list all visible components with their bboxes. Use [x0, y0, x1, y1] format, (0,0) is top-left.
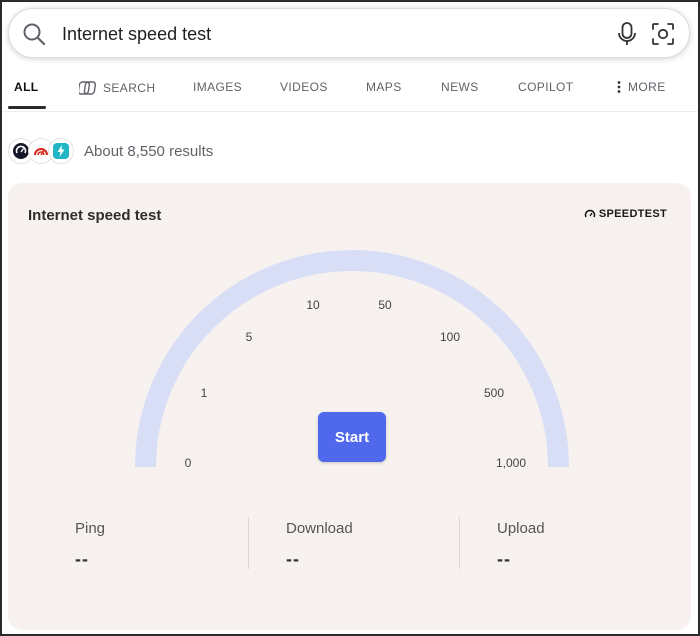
tab-news[interactable]: NEWS: [441, 80, 479, 94]
gauge-tick: 10: [306, 298, 320, 312]
metric-value: --: [286, 549, 300, 569]
metric-label: Ping: [75, 520, 106, 537]
tab-label: IMAGES: [193, 80, 243, 94]
search-input[interactable]: Internet speed test: [62, 22, 211, 46]
gauge-tick: 5: [245, 330, 253, 344]
more-vertical-icon: [617, 81, 621, 93]
gauge-tick: 1: [200, 386, 208, 400]
tab-label: MAPS: [366, 80, 402, 94]
metric-value: --: [75, 549, 89, 569]
results-count: About 8,550 results: [84, 142, 214, 160]
gauge-tick: 100: [439, 330, 461, 344]
gauge-tick: 1,000: [495, 456, 527, 470]
tab-label: SEARCH: [103, 81, 156, 95]
bolt-favicon[interactable]: [48, 138, 74, 164]
tab-label: MORE: [628, 80, 666, 94]
lightning-bolt-icon: [53, 143, 69, 159]
gauge-tick: 0: [184, 456, 192, 470]
metric-value: --: [497, 549, 511, 569]
metric-divider: [248, 517, 249, 569]
tab-copilot[interactable]: COPILOT: [518, 80, 573, 94]
tab-all[interactable]: ALL: [14, 80, 39, 94]
speedtest-card: Internet speed test SPEEDTEST 0 1 5 10 5…: [8, 183, 691, 630]
metric-divider: [459, 517, 460, 569]
search-icon[interactable]: [21, 21, 47, 47]
start-button[interactable]: Start: [318, 412, 386, 462]
copilot-search-icon: [79, 81, 97, 95]
metric-label: Download: [286, 520, 353, 537]
results-summary: About 8,550 results: [8, 136, 213, 166]
tab-maps[interactable]: MAPS: [366, 80, 402, 94]
metric-ping: Ping --: [75, 520, 105, 570]
gauge-tick: 500: [483, 386, 505, 400]
active-tab-indicator: [8, 106, 46, 109]
visual-search-icon[interactable]: [649, 20, 677, 48]
metric-upload: Upload --: [497, 520, 545, 570]
tab-videos[interactable]: VIDEOS: [280, 80, 328, 94]
gauge-tick: 50: [378, 298, 392, 312]
tab-label: ALL: [14, 80, 39, 94]
metric-download: Download --: [286, 520, 353, 570]
tab-label: COPILOT: [518, 80, 574, 94]
tab-label: NEWS: [441, 80, 479, 94]
microphone-icon[interactable]: [614, 20, 640, 48]
tab-label: VIDEOS: [280, 80, 328, 94]
tab-more[interactable]: MORE: [616, 80, 666, 94]
search-bar[interactable]: Internet speed test: [8, 8, 690, 58]
metric-label: Upload: [497, 520, 545, 537]
tab-images[interactable]: IMAGES: [193, 80, 242, 94]
search-tabs: ALL SEARCH IMAGES VIDEOS MAPS NEWS COPIL…: [2, 62, 698, 112]
tab-search[interactable]: SEARCH: [79, 80, 155, 96]
